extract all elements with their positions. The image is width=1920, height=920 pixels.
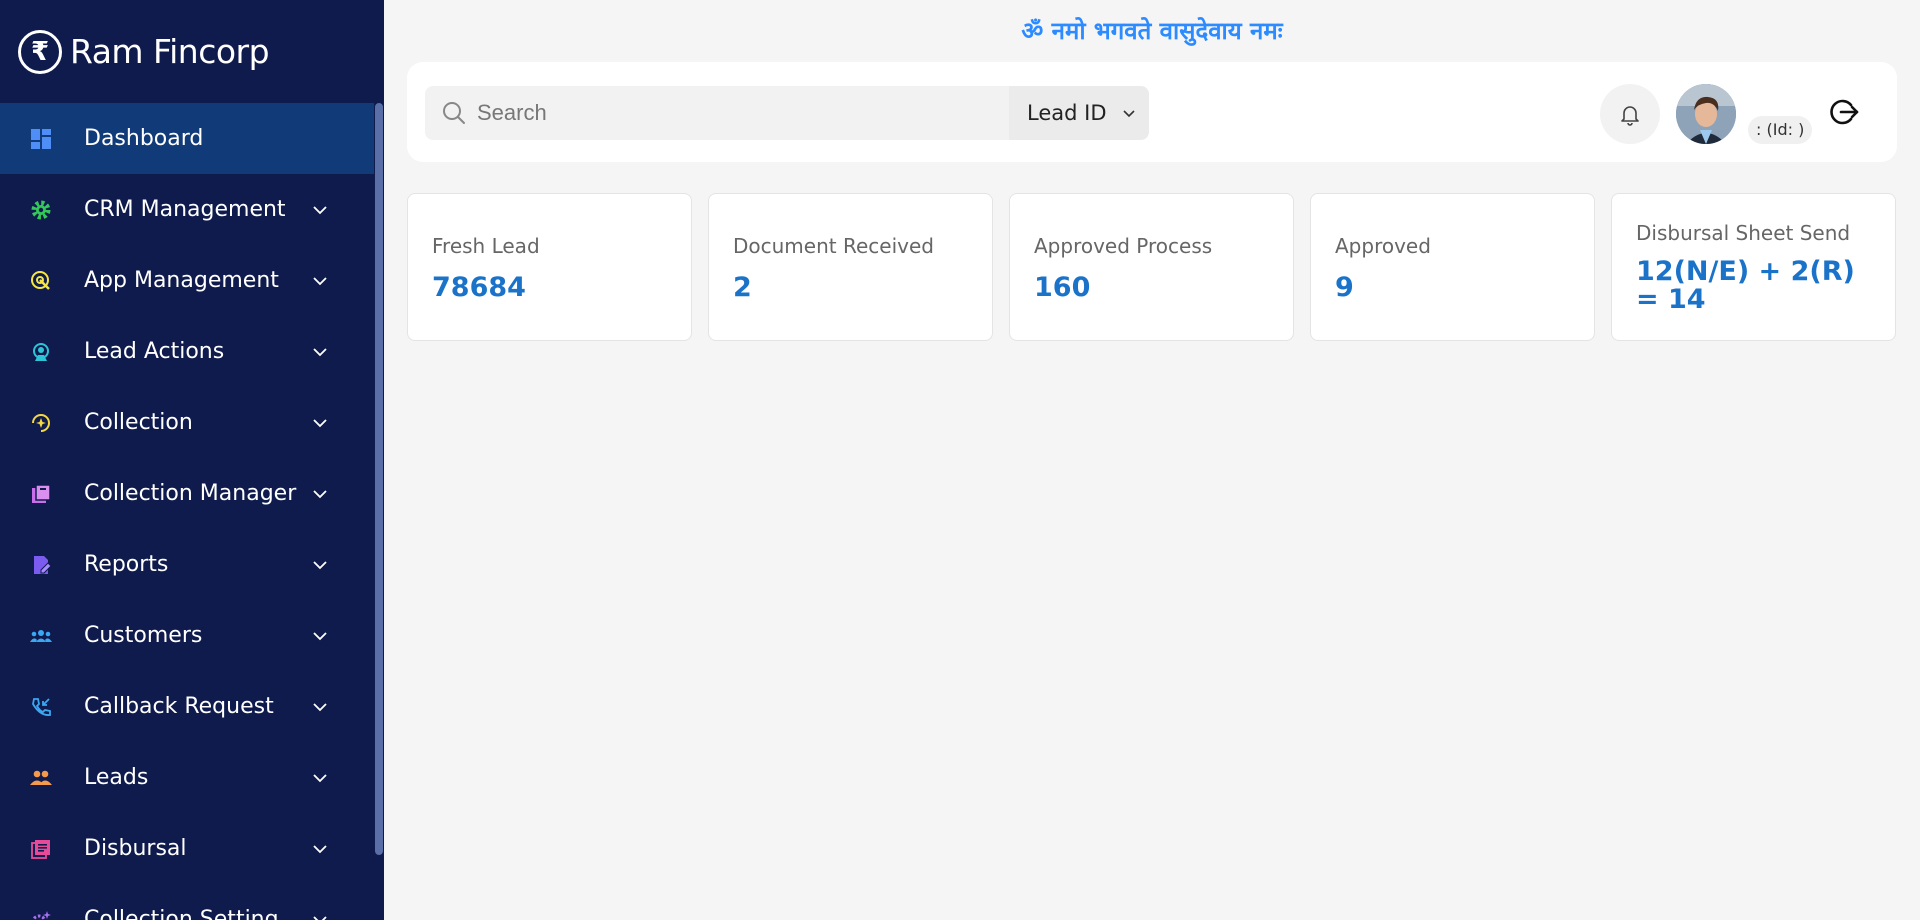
chevron-down-icon xyxy=(313,702,327,711)
user-id-badge: : (Id: ) xyxy=(1748,116,1813,144)
customers-icon xyxy=(28,623,54,649)
logout-button[interactable] xyxy=(1829,96,1861,128)
people-icon xyxy=(28,765,54,791)
sidebar-scrollbar[interactable] xyxy=(374,103,384,920)
sidebar-item-label: App Management xyxy=(84,268,279,293)
sidebar-item-app-management[interactable]: App Management xyxy=(0,245,374,316)
avatar[interactable] xyxy=(1676,84,1736,144)
sidebar-item-label: Customers xyxy=(84,623,203,648)
stat-value: 78684 xyxy=(432,272,526,303)
sidebar-item-label: Lead Actions xyxy=(84,339,225,364)
search-input[interactable] xyxy=(477,100,977,126)
sidebar-item-callback-request[interactable]: Callback Request xyxy=(0,671,374,742)
phone-callback-icon xyxy=(28,694,54,720)
stat-label: Document Received xyxy=(733,234,934,258)
sidebar-item-label: Reports xyxy=(84,552,169,577)
sidebar-item-dashboard[interactable]: Dashboard xyxy=(0,103,374,174)
folder-icon xyxy=(28,481,54,507)
search-icon xyxy=(443,102,465,124)
stat-label: Fresh Lead xyxy=(432,234,540,258)
sidebar-item-label: Collection Setting xyxy=(84,907,279,920)
sidebar-item-label: Leads xyxy=(84,765,149,790)
target-icon xyxy=(28,268,54,294)
stat-value: 12(N/E) + 2(R) = 14 xyxy=(1636,256,1855,315)
settings-sparkle-icon xyxy=(28,907,54,920)
search-box xyxy=(425,86,1009,140)
stat-label: Approved xyxy=(1335,234,1431,258)
sidebar-item-label: Collection Manager xyxy=(84,481,297,506)
sidebar-item-leads[interactable]: Leads xyxy=(0,742,374,813)
stats-cards: Fresh Lead 78684 Document Received 2 App… xyxy=(407,193,1897,341)
chevron-down-icon xyxy=(313,631,327,640)
sidebar-item-label: Disbursal xyxy=(84,836,187,861)
search-type-value: Lead ID xyxy=(1027,101,1107,125)
chevron-down-icon xyxy=(313,489,327,498)
support-icon xyxy=(28,339,54,365)
chevron-down-icon xyxy=(1122,110,1135,118)
sidebar-item-crm-management[interactable]: CRM Management xyxy=(0,174,374,245)
rupee-icon: ₹ xyxy=(18,29,62,74)
chevron-down-icon xyxy=(313,773,327,782)
stat-value: 9 xyxy=(1335,272,1354,303)
sidebar-item-lead-actions[interactable]: Lead Actions xyxy=(0,316,374,387)
chevron-down-icon xyxy=(313,418,327,427)
stat-label: Approved Process xyxy=(1034,234,1213,258)
notifications-button[interactable] xyxy=(1600,84,1660,144)
chevron-down-icon xyxy=(313,205,327,214)
stat-card-disbursal-sheet-send[interactable]: Disbursal Sheet Send 12(N/E) + 2(R) = 14 xyxy=(1611,193,1896,341)
logout-icon xyxy=(1830,99,1859,125)
top-bar: Lead ID : (Id: ) xyxy=(407,62,1897,162)
sidebar-item-reports[interactable]: Reports xyxy=(0,529,374,600)
chevron-down-icon xyxy=(313,347,327,356)
stat-card-document-received[interactable]: Document Received 2 xyxy=(708,193,993,341)
sidebar-scrollbar-thumb[interactable] xyxy=(375,103,383,855)
chevron-down-icon xyxy=(313,560,327,569)
sidebar-item-disbursal[interactable]: Disbursal xyxy=(0,813,374,884)
main-content: ॐ नमो भगवते वासुदेवाय नमः Lead ID : (Id:… xyxy=(384,0,1920,920)
sidebar-item-customers[interactable]: Customers xyxy=(0,600,374,671)
ledger-icon xyxy=(28,836,54,862)
sidebar-item-label: CRM Management xyxy=(84,197,286,222)
search-type-select[interactable]: Lead ID xyxy=(1009,86,1149,140)
sidebar-item-collection-manager[interactable]: Collection Manager xyxy=(0,458,374,529)
chevron-down-icon xyxy=(313,844,327,853)
stat-card-approved[interactable]: Approved 9 xyxy=(1310,193,1595,341)
stat-value: 2 xyxy=(733,272,752,303)
sidebar-item-label: Callback Request xyxy=(84,694,274,719)
header-mantra: ॐ नमो भगवते वासुदेवाय नमः xyxy=(1021,17,1283,45)
brand[interactable]: ₹ Ram Fincorp xyxy=(0,0,384,103)
sidebar-nav: Dashboard CRM Management App Management … xyxy=(0,103,374,920)
sidebar-item-label: Dashboard xyxy=(84,126,204,151)
stat-card-fresh-lead[interactable]: Fresh Lead 78684 xyxy=(407,193,692,341)
report-icon xyxy=(28,552,54,578)
gear-icon xyxy=(28,197,54,223)
sidebar-item-collection[interactable]: Collection xyxy=(0,387,374,458)
sidebar-item-collection-setting[interactable]: Collection Setting xyxy=(0,884,374,920)
dashboard-icon xyxy=(28,126,54,152)
stat-value: 160 xyxy=(1034,272,1091,303)
chevron-down-icon xyxy=(313,915,327,920)
stat-label: Disbursal Sheet Send xyxy=(1636,221,1851,245)
sidebar: ₹ Ram Fincorp Dashboard CRM Management A… xyxy=(0,0,384,920)
bell-icon xyxy=(1621,106,1639,126)
brand-name: Ram Fincorp xyxy=(70,32,270,71)
sidebar-item-label: Collection xyxy=(84,410,193,435)
collection-icon xyxy=(28,410,54,436)
chevron-down-icon xyxy=(313,276,327,285)
user-avatar-image xyxy=(1676,84,1736,144)
stat-card-approved-process[interactable]: Approved Process 160 xyxy=(1009,193,1294,341)
